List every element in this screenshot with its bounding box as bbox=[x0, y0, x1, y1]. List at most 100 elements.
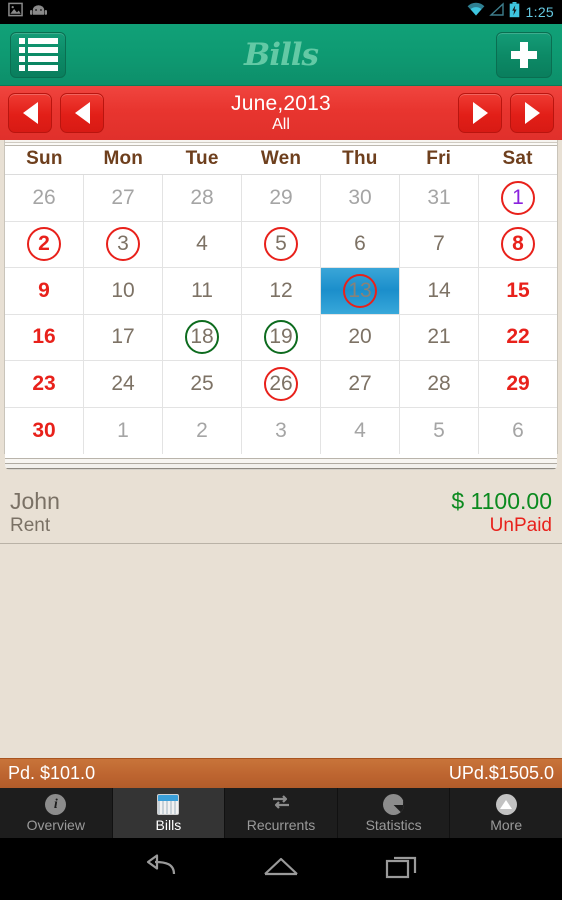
prev-month-button[interactable] bbox=[60, 93, 104, 133]
calendar-day-cell[interactable]: 9 bbox=[5, 268, 84, 314]
day-header-tue: Tue bbox=[185, 148, 219, 169]
home-icon[interactable] bbox=[263, 854, 299, 885]
day-header-fri: Fri bbox=[426, 148, 452, 169]
bill-item[interactable]: John $ 1100.00 Rent UnPaid bbox=[0, 484, 562, 544]
day-header-sat: Sat bbox=[502, 148, 533, 169]
tab-label: Overview bbox=[26, 816, 85, 833]
day-header-mon: Mon bbox=[103, 148, 144, 169]
day-number: 7 bbox=[433, 232, 445, 256]
calendar-day-cell[interactable]: 19 bbox=[242, 314, 321, 360]
calendar-container: Sun Mon Tue Wen Thu Fri Sat 26 27 28 29 30 31 1 2 3 4 5 6… bbox=[0, 140, 562, 484]
day-number: 29 bbox=[269, 185, 293, 209]
tab-recurrents[interactable]: Recurrents bbox=[225, 788, 338, 838]
day-number: 6 bbox=[354, 232, 366, 256]
calendar-grid[interactable]: 26 27 28 29 30 31 1 2 3 4 5 6 7 8 9 10 11 12 13 14 15 16 17 18 1… bbox=[5, 174, 557, 454]
day-number: 30 bbox=[32, 418, 56, 442]
calendar-day-cell[interactable]: 2 bbox=[5, 221, 84, 267]
calendar-day-cell[interactable]: 3 bbox=[242, 407, 321, 454]
list-view-button[interactable] bbox=[10, 31, 66, 78]
tab-label: Statistics bbox=[365, 816, 422, 833]
tab-more[interactable]: More bbox=[450, 788, 562, 838]
tab-overview[interactable]: i Overview bbox=[0, 788, 113, 838]
day-number: 27 bbox=[111, 185, 135, 209]
day-number: 20 bbox=[348, 325, 372, 349]
recents-icon[interactable] bbox=[385, 854, 419, 885]
calendar-day-cell[interactable]: 4 bbox=[163, 221, 242, 267]
calendar-day-cell[interactable]: 16 bbox=[5, 314, 84, 360]
calendar-day-cell[interactable]: 30 bbox=[321, 175, 400, 221]
calendar-day-cell[interactable]: 5 bbox=[242, 221, 321, 267]
calendar-day-cell[interactable]: 26 bbox=[242, 361, 321, 407]
next-year-button[interactable] bbox=[510, 93, 554, 133]
calendar-day-cell[interactable]: 27 bbox=[84, 175, 163, 221]
calendar-day-cell[interactable]: 14 bbox=[400, 268, 479, 314]
day-number: 18 bbox=[190, 325, 214, 349]
repeat-icon bbox=[269, 792, 293, 817]
calendar-day-cell[interactable]: 11 bbox=[163, 268, 242, 314]
prev-year-button[interactable] bbox=[8, 93, 52, 133]
calendar-day-cell[interactable]: 3 bbox=[84, 221, 163, 267]
day-number: 5 bbox=[275, 232, 287, 256]
calendar-day-cell[interactable]: 21 bbox=[400, 314, 479, 360]
calendar-day-cell[interactable]: 22 bbox=[479, 315, 557, 361]
triangle-right-icon bbox=[472, 102, 488, 124]
calendar-day-cell[interactable]: 31 bbox=[400, 175, 479, 221]
calendar-week-row: 30 1 2 3 4 5 6 bbox=[5, 407, 557, 455]
day-number: 27 bbox=[348, 371, 372, 395]
day-number: 1 bbox=[512, 185, 524, 209]
calendar-day-cell[interactable]: 27 bbox=[321, 361, 400, 407]
calendar-day-cell[interactable]: 13 bbox=[321, 268, 400, 314]
calendar-day-cell[interactable]: 7 bbox=[400, 221, 479, 267]
day-number: 23 bbox=[32, 371, 56, 395]
calendar-day-cell[interactable]: 26 bbox=[5, 175, 84, 221]
calendar-day-cell[interactable]: 15 bbox=[479, 268, 557, 314]
calendar-day-cell[interactable]: 29 bbox=[479, 361, 557, 407]
bill-payee: John bbox=[10, 488, 60, 514]
calendar-week-row: 26 27 28 29 30 31 1 bbox=[5, 175, 557, 222]
android-status-bar: 1:25 bbox=[0, 0, 562, 24]
day-number: 3 bbox=[117, 232, 129, 256]
tab-bills[interactable]: Bills bbox=[112, 788, 226, 838]
calendar-day-cell[interactable]: 20 bbox=[321, 314, 400, 360]
day-header-thu: Thu bbox=[342, 148, 378, 169]
calendar-day-cell[interactable]: 24 bbox=[84, 361, 163, 407]
calendar-day-cell[interactable]: 6 bbox=[321, 221, 400, 267]
info-icon: i bbox=[45, 794, 67, 815]
signal-icon bbox=[488, 2, 505, 22]
calendar-day-cell[interactable]: 4 bbox=[321, 407, 400, 454]
calendar-day-cell[interactable]: 30 bbox=[5, 407, 84, 454]
day-number: 24 bbox=[111, 371, 135, 395]
day-number: 15 bbox=[506, 278, 530, 302]
calendar-day-cell[interactable]: 18 bbox=[163, 314, 242, 360]
day-number: 28 bbox=[427, 371, 451, 395]
tab-label: More bbox=[490, 816, 523, 833]
calendar-day-cell[interactable]: 23 bbox=[5, 361, 84, 407]
back-arrow-icon[interactable] bbox=[143, 853, 177, 885]
calendar-day-cell[interactable]: 1 bbox=[84, 407, 163, 454]
unpaid-total: UPd.$1505.0 bbox=[448, 763, 554, 783]
day-number: 25 bbox=[190, 371, 214, 395]
tab-statistics[interactable]: Statistics bbox=[338, 788, 451, 838]
day-number: 1 bbox=[117, 418, 129, 442]
day-number: 3 bbox=[275, 418, 287, 442]
calendar-day-cell[interactable]: 12 bbox=[242, 268, 321, 314]
calendar-day-cell[interactable]: 5 bbox=[400, 407, 479, 454]
day-number: 22 bbox=[506, 325, 530, 349]
calendar-day-cell[interactable]: 6 bbox=[479, 408, 557, 455]
calendar-day-cell[interactable]: 17 bbox=[84, 314, 163, 360]
day-number: 16 bbox=[32, 325, 56, 349]
day-number: 19 bbox=[269, 325, 293, 349]
calendar-day-cell[interactable]: 28 bbox=[400, 361, 479, 407]
calendar-day-cell[interactable]: 28 bbox=[163, 175, 242, 221]
calendar-day-cell[interactable]: 1 bbox=[479, 175, 557, 221]
next-month-button[interactable] bbox=[458, 93, 502, 133]
bill-amount: $ 1100.00 bbox=[451, 488, 552, 514]
calendar-day-cell[interactable]: 10 bbox=[84, 268, 163, 314]
pie-chart-icon bbox=[383, 794, 405, 815]
calendar-day-cell[interactable]: 29 bbox=[242, 175, 321, 221]
add-bill-button[interactable] bbox=[496, 31, 552, 78]
calendar-day-cell[interactable]: 25 bbox=[163, 361, 242, 407]
day-number: 12 bbox=[269, 278, 293, 302]
calendar-day-cell[interactable]: 8 bbox=[479, 222, 557, 268]
calendar-day-cell[interactable]: 2 bbox=[163, 407, 242, 454]
